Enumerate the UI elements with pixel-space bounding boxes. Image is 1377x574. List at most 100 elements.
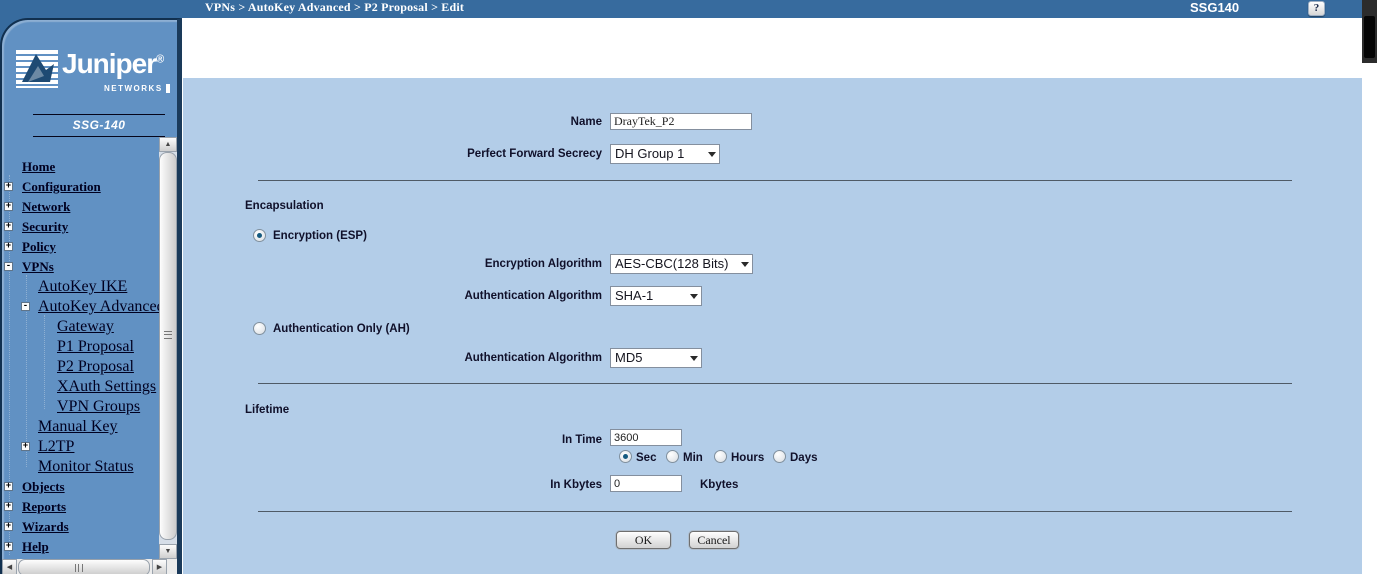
expand-icon[interactable]: + [4,502,13,511]
sidebar-item-vpn-groups[interactable]: VPN Groups [57,398,140,415]
sidebar-item-help[interactable]: Help [22,539,49,554]
juniper-logo: Juniper® NETWORKS [16,48,166,104]
in-time-label: In Time [394,434,602,446]
in-kbytes-input[interactable] [610,475,682,492]
sidebar-vertical-scrollbar-thumb[interactable] [159,152,177,540]
help-icon[interactable]: ? [1308,1,1325,16]
ah-authentication-algorithm-select[interactable]: MD5 [610,348,702,368]
encapsulation-heading: Encapsulation [245,200,324,212]
sidebar-item-wizards[interactable]: Wizards [22,519,69,534]
esp-radio[interactable] [253,229,266,242]
sidebar-item-autokey-ike[interactable]: AutoKey IKE [38,278,127,295]
sidebar-item-monitor-status[interactable]: Monitor Status [38,458,134,475]
nav-row: + Reports [2,497,160,517]
expand-icon[interactable]: + [4,542,13,551]
unit-hours-radio[interactable] [714,450,727,463]
ah-authentication-algorithm-label: Authentication Algorithm [394,352,602,364]
expand-icon[interactable]: + [21,442,30,451]
name-input[interactable] [610,113,752,130]
sidebar-item-manual-key[interactable]: Manual Key [38,418,118,435]
scrollbar-grip-icon [164,331,172,339]
cancel-button[interactable]: Cancel [689,531,739,549]
in-time-input[interactable] [610,429,682,446]
unit-days-radio[interactable] [773,450,786,463]
window-scrollbar-track[interactable] [1362,0,1377,63]
sidebar-item-gateway[interactable]: Gateway [57,318,114,335]
pfs-label: Perfect Forward Secrecy [394,148,602,160]
sidebar-item-objects[interactable]: Objects [22,479,65,494]
sidebar-item-security[interactable]: Security [22,219,68,234]
esp-label: Encryption (ESP) [273,230,367,242]
model-label: SSG-140 [33,118,165,132]
sidebar-item-vpns[interactable]: VPNs [22,259,54,274]
nav-row: P1 Proposal [2,337,160,357]
sidebar-item-xauth-settings[interactable]: XAuth Settings [57,378,156,395]
scroll-up-icon[interactable]: ▲ [159,137,177,152]
expand-icon[interactable]: + [4,222,13,231]
window-scrollbar-thumb[interactable] [1364,16,1375,58]
pfs-select[interactable]: DH Group 1 [610,144,720,164]
divider [258,383,1292,384]
esp-authentication-algorithm-label: Authentication Algorithm [394,290,602,302]
expand-icon[interactable]: + [4,482,13,491]
sidebar-item-reports[interactable]: Reports [22,499,66,514]
sidebar-item-network[interactable]: Network [22,199,70,214]
sidebar-item-p2-proposal[interactable]: P2 Proposal [57,358,134,375]
sidebar-item-policy[interactable]: Policy [22,239,56,254]
lifetime-heading: Lifetime [245,404,289,416]
collapse-icon[interactable]: - [21,302,30,311]
expand-icon[interactable]: + [4,182,13,191]
scroll-right-icon[interactable]: ▶ [152,559,167,574]
sidebar-vertical-scrollbar[interactable]: ▲ ▼ [159,137,177,559]
unit-min-radio[interactable] [666,450,679,463]
nav-row: + Network [2,197,160,217]
juniper-logo-icon [16,50,58,88]
encryption-algorithm-select[interactable]: AES-CBC(128 Bits) [610,254,753,274]
unit-sec-label: Sec [636,452,656,464]
scroll-down-icon[interactable]: ▼ [159,544,177,559]
divider [258,180,1292,181]
sidebar: Juniper® NETWORKS SSG-140 Home + Configura… [0,18,182,574]
nav-row: + Configuration [2,177,160,197]
nav-row: Monitor Status [2,457,160,477]
top-bar: VPNs > AutoKey Advanced > P2 Proposal > … [0,0,1362,18]
nav-row: + Policy [2,237,160,257]
nav-row: VPN Groups [2,397,160,417]
sidebar-horizontal-scrollbar[interactable]: ◀ ▶ [2,559,177,574]
nav-row: -VPNs [2,257,160,277]
ah-authentication-algorithm-value: MD5 [615,350,642,365]
model-plate: SSG-140 [33,114,165,137]
nav-row: + L2TP [2,437,160,457]
nav-row: XAuth Settings [2,377,160,397]
nav-row: + Objects [2,477,160,497]
page-root: VPNs > AutoKey Advanced > P2 Proposal > … [0,0,1377,574]
sidebar-item-autokey-advanced[interactable]: AutoKey Advanced [38,298,165,315]
ah-radio[interactable] [253,322,266,335]
sidebar-item-home[interactable]: Home [22,159,55,174]
chevron-down-icon [741,262,749,267]
divider [258,511,1292,512]
expand-icon[interactable]: + [4,202,13,211]
encryption-algorithm-label: Encryption Algorithm [394,258,602,270]
collapse-icon[interactable]: - [4,262,13,271]
sidebar-item-configuration[interactable]: Configuration [22,179,101,194]
kbytes-suffix: Kbytes [700,479,738,491]
nav-row: + Wizards [2,517,160,537]
expand-icon[interactable]: + [4,522,13,531]
nav-row: P2 Proposal [2,357,160,377]
sidebar-item-l2tp[interactable]: L2TP [38,438,74,455]
esp-authentication-algorithm-select[interactable]: SHA-1 [610,286,702,306]
brand-name: Juniper® [62,48,164,80]
pfs-selected-value: DH Group 1 [615,146,684,161]
sidebar-item-p1-proposal[interactable]: P1 Proposal [57,338,134,355]
brand-subtitle: NETWORKS [104,84,170,93]
registered-mark: ® [156,54,164,66]
ok-button[interactable]: OK [616,531,671,549]
sidebar-horizontal-scrollbar-thumb[interactable] [18,559,150,574]
expand-icon[interactable]: + [4,242,13,251]
unit-sec-radio[interactable] [619,450,632,463]
scroll-left-icon[interactable]: ◀ [2,559,17,574]
esp-authentication-algorithm-value: SHA-1 [615,288,653,303]
encryption-algorithm-value: AES-CBC(128 Bits) [615,256,728,271]
nav-row: -AutoKey Advanced [2,297,160,317]
